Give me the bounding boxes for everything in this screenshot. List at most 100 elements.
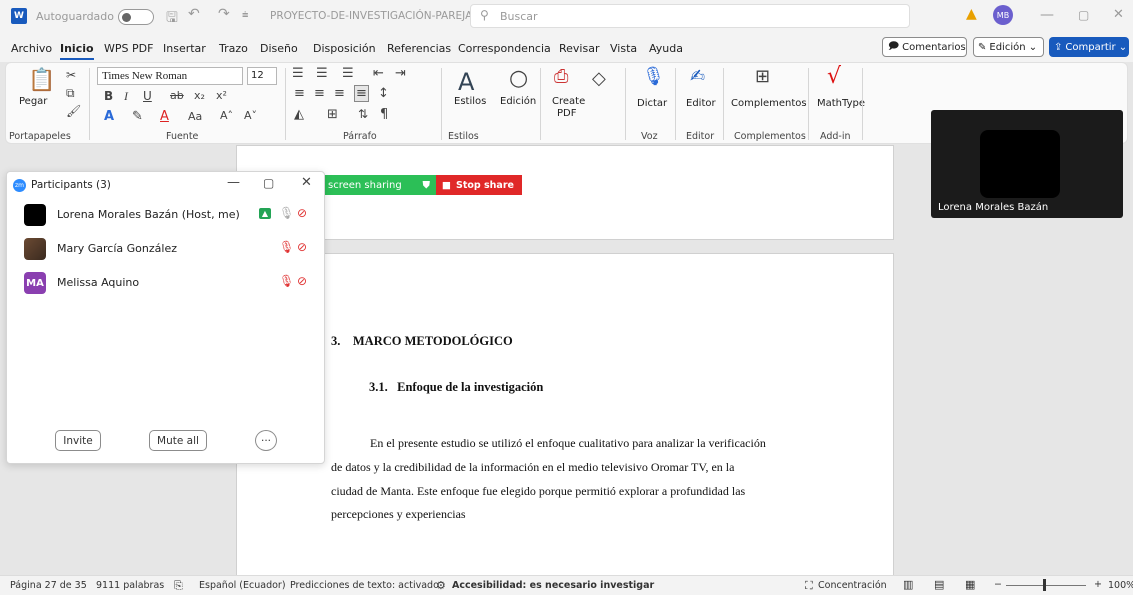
minimize-icon[interactable]: —: [227, 175, 240, 190]
increase-indent-icon[interactable]: ⇥: [395, 66, 406, 81]
sort-icon[interactable]: ⇅: [358, 107, 368, 121]
shading-icon[interactable]: ◭: [294, 107, 304, 122]
menu-diseno[interactable]: Diseño: [260, 42, 298, 55]
styles-label[interactable]: Estilos: [454, 96, 486, 107]
zoom-slider-thumb[interactable]: [1043, 579, 1046, 591]
mathtype-label[interactable]: MathType: [817, 98, 865, 109]
borders-icon[interactable]: ⊞: [327, 107, 338, 122]
align-right-icon[interactable]: ≡: [334, 86, 345, 101]
undo-icon[interactable]: ↶: [188, 6, 200, 22]
close-icon[interactable]: ✕: [1113, 7, 1124, 22]
mathtype-icon[interactable]: √: [827, 64, 841, 89]
font-size-select[interactable]: 12: [247, 67, 277, 85]
autosave-toggle[interactable]: [118, 9, 154, 25]
menu-archivo[interactable]: Archivo: [11, 42, 52, 55]
restore-icon[interactable]: ▢: [1078, 8, 1089, 22]
change-case-icon[interactable]: Aa: [188, 110, 202, 123]
participant-row[interactable]: MA Melissa Aquino 🎙 ⊘: [7, 268, 326, 298]
zoom-level[interactable]: 100%: [1108, 580, 1133, 591]
strikethrough-icon[interactable]: ab: [170, 89, 184, 102]
print-layout-icon[interactable]: ▤: [934, 578, 944, 591]
menu-referencias[interactable]: Referencias: [387, 42, 451, 55]
menu-revisar[interactable]: Revisar: [559, 42, 599, 55]
zoom-out-icon[interactable]: −: [994, 579, 1002, 590]
cut-icon[interactable]: ✂: [66, 68, 76, 82]
styles-icon[interactable]: A: [458, 68, 474, 96]
align-left-icon[interactable]: ≡: [294, 86, 305, 101]
bold-icon[interactable]: B: [104, 89, 113, 103]
underline-icon[interactable]: U: [143, 89, 152, 103]
page-count[interactable]: Página 27 de 35: [10, 580, 87, 591]
text-effects-icon[interactable]: A: [104, 109, 114, 124]
close-icon[interactable]: ✕: [301, 175, 312, 190]
menu-correspondencia[interactable]: Correspondencia: [458, 42, 551, 55]
add-ins-label[interactable]: Complementos: [731, 98, 807, 109]
decrease-indent-icon[interactable]: ⇤: [373, 66, 384, 81]
text-predictions-status[interactable]: Predicciones de texto: activado: [290, 580, 439, 591]
superscript-icon[interactable]: x²: [216, 89, 227, 102]
document-page-current[interactable]: [236, 253, 894, 575]
menu-inicio[interactable]: Inicio: [60, 42, 94, 60]
numbering-icon[interactable]: ☰: [316, 66, 328, 81]
editor-icon[interactable]: ✍: [690, 66, 705, 87]
invite-button[interactable]: Invite: [55, 430, 101, 451]
accessibility-status[interactable]: Accesibilidad: es necesario investigar: [452, 580, 654, 591]
create-pdf-icon[interactable]: ⎙: [554, 66, 568, 87]
add-ins-icon[interactable]: ⊞: [755, 66, 770, 87]
paste-icon[interactable]: 📋: [28, 68, 55, 93]
bullets-icon[interactable]: ☰: [292, 66, 304, 81]
menu-wps-pdf[interactable]: WPS PDF: [104, 42, 153, 55]
show-marks-icon[interactable]: ¶: [380, 107, 388, 122]
more-options-button[interactable]: ···: [255, 430, 277, 451]
dictate-label[interactable]: Dictar: [637, 98, 667, 109]
editing-mode-button[interactable]: ✎ Edición ⌄: [973, 37, 1044, 57]
shrink-font-icon[interactable]: A˅: [244, 109, 257, 122]
zoom-in-icon[interactable]: +: [1094, 579, 1102, 590]
focus-label[interactable]: Concentración: [818, 580, 887, 591]
language-status[interactable]: Español (Ecuador): [199, 580, 286, 591]
italic-icon[interactable]: I: [124, 89, 128, 104]
zoom-slider-track[interactable]: [1006, 585, 1086, 586]
menu-ayuda[interactable]: Ayuda: [649, 42, 683, 55]
save-icon[interactable]: 🖫: [166, 7, 178, 31]
mic-muted-icon[interactable]: 🎙: [279, 240, 294, 254]
proofing-icon[interactable]: ⎘: [174, 579, 183, 593]
menu-trazo[interactable]: Trazo: [219, 42, 248, 55]
justify-icon[interactable]: ≡: [354, 85, 369, 102]
menu-disposicion[interactable]: Disposición: [313, 42, 376, 55]
maximize-icon[interactable]: ▢: [263, 176, 274, 190]
line-spacing-icon[interactable]: ↕: [378, 86, 389, 101]
mic-muted-icon[interactable]: 🎙: [279, 274, 294, 288]
word-count[interactable]: 9111 palabras: [96, 580, 164, 591]
editor-label[interactable]: Editor: [686, 98, 716, 109]
subscript-icon[interactable]: x₂: [194, 89, 205, 102]
align-center-icon[interactable]: ≡: [314, 86, 325, 101]
menu-insertar[interactable]: Insertar: [163, 42, 206, 55]
font-color-icon[interactable]: A: [160, 109, 169, 124]
grow-font-icon[interactable]: A˄: [220, 109, 233, 122]
warning-icon[interactable]: ▲: [966, 6, 977, 22]
highlight-icon[interactable]: ✎: [132, 109, 143, 124]
mute-all-button[interactable]: Mute all: [149, 430, 207, 451]
sign-pdf-icon[interactable]: ◇: [592, 68, 606, 89]
account-avatar[interactable]: MB: [993, 5, 1013, 25]
stop-share-button[interactable]: ■ Stop share: [436, 175, 522, 195]
participant-row[interactable]: Mary García González 🎙 ⊘: [7, 234, 326, 264]
read-mode-icon[interactable]: ▥: [903, 578, 913, 591]
minimize-icon[interactable]: —: [1040, 7, 1054, 23]
create-pdf-label[interactable]: Create: [552, 96, 585, 107]
video-off-icon[interactable]: ⊘: [297, 240, 307, 254]
copy-icon[interactable]: ⧉: [66, 86, 75, 101]
customize-qat-icon[interactable]: ⩧: [242, 8, 248, 22]
find-icon[interactable]: ○: [509, 66, 528, 91]
share-button[interactable]: ⇪ Compartir ⌄: [1049, 37, 1129, 57]
microphone-icon[interactable]: 🎙: [642, 66, 665, 87]
format-painter-icon[interactable]: 🖌: [66, 104, 81, 118]
participant-row[interactable]: Lorena Morales Bazán (Host, me) ▲ 🎙 ⊘: [7, 200, 326, 230]
multilevel-list-icon[interactable]: ☰: [342, 66, 354, 81]
redo-icon[interactable]: ↷: [218, 6, 230, 22]
font-name-select[interactable]: Times New Roman: [97, 67, 243, 85]
video-off-icon[interactable]: ⊘: [297, 206, 307, 220]
focus-icon[interactable]: ⛶: [805, 579, 813, 593]
web-layout-icon[interactable]: ▦: [965, 578, 975, 591]
